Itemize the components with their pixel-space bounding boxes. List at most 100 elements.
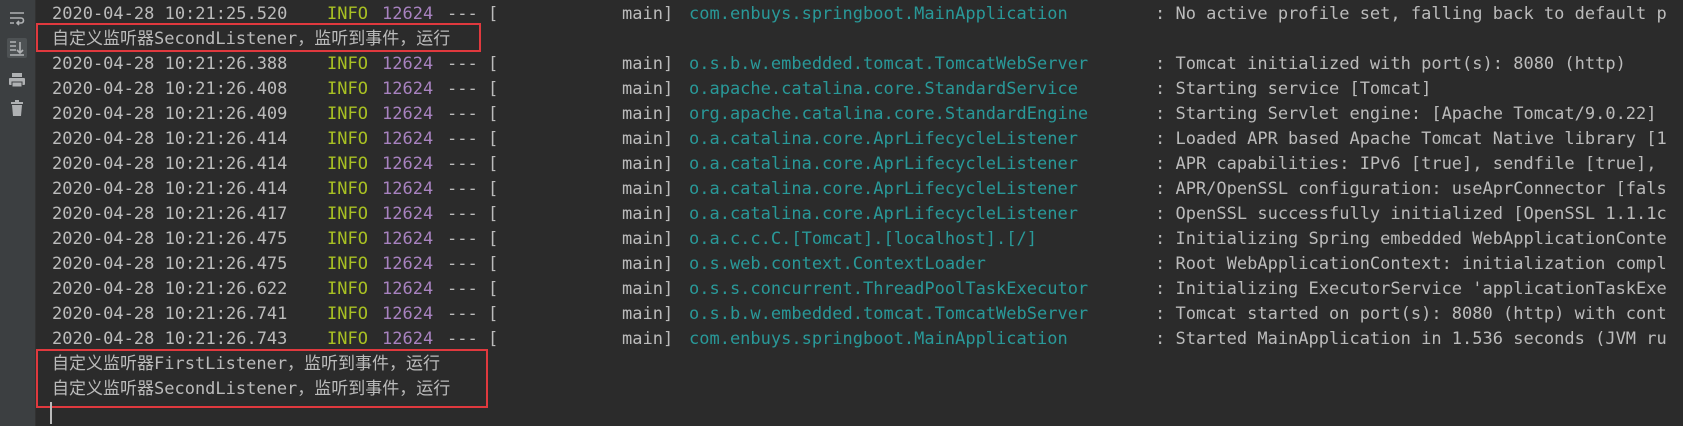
log-level: INFO bbox=[327, 54, 368, 74]
logger-name: com.enbuys.springboot.MainApplication bbox=[689, 4, 1068, 24]
process-id: 12624 bbox=[382, 154, 434, 174]
logger-name: o.a.catalina.core.AprLifecycleListener bbox=[689, 179, 1078, 199]
timestamp: 2020-04-28 10:21:26.409 bbox=[52, 104, 288, 124]
console-line-plain: 自定义监听器SecondListener，监听到事件，运行 bbox=[52, 27, 1683, 52]
log-message: : APR capabilities: IPv6 [true], sendfil… bbox=[1155, 154, 1657, 174]
log-message: : Starting service [Tomcat] bbox=[1155, 79, 1432, 99]
thread-name: main] bbox=[622, 54, 674, 74]
thread-name: main] bbox=[622, 179, 674, 199]
thread-name: main] bbox=[622, 229, 674, 249]
thread-name: main] bbox=[622, 204, 674, 224]
console-log-line: 2020-04-28 10:21:25.520 INFO 12624 --- [mai… bbox=[52, 2, 1683, 27]
log-level: INFO bbox=[327, 204, 368, 224]
log-message: : Starting Servlet engine: [Apache Tomca… bbox=[1155, 104, 1657, 124]
timestamp: 2020-04-28 10:21:26.408 bbox=[52, 79, 288, 99]
log-level: INFO bbox=[327, 154, 368, 174]
console-output[interactable]: 2020-04-28 10:21:25.520 INFO 12624 --- [ mai… bbox=[52, 2, 1683, 426]
separator: --- [ bbox=[447, 329, 499, 349]
console-log-line: 2020-04-28 10:21:26.741 INFO 12624 --- [mai… bbox=[52, 302, 1683, 327]
clear-all-icon[interactable] bbox=[7, 98, 27, 118]
timestamp: 2020-04-28 10:21:26.475 bbox=[52, 254, 288, 274]
thread-name: main] bbox=[622, 279, 674, 299]
console-log-line: 2020-04-28 10:21:26.475 INFO 12624 --- [ mai… bbox=[52, 252, 1683, 277]
timestamp: 2020-04-28 10:21:26.743 bbox=[52, 329, 288, 349]
logger-name: o.a.c.c.C.[Tomcat].[localhost].[/] bbox=[689, 229, 1037, 249]
separator: --- [ bbox=[447, 279, 499, 299]
log-level: INFO bbox=[327, 4, 368, 24]
timestamp: 2020-04-28 10:21:26.388 bbox=[52, 54, 288, 74]
logger-name: o.apache.catalina.core.StandardService bbox=[689, 79, 1078, 99]
timestamp: 2020-04-28 10:21:26.414 bbox=[52, 179, 288, 199]
log-message: : Initializing Spring embedded WebApplic… bbox=[1155, 229, 1667, 249]
process-id: 12624 bbox=[382, 329, 434, 349]
separator: --- [ bbox=[447, 129, 499, 149]
thread-name: main] bbox=[622, 129, 674, 149]
timestamp: 2020-04-28 10:21:26.741 bbox=[52, 304, 288, 324]
print-icon[interactable] bbox=[7, 70, 27, 90]
separator: --- [ bbox=[447, 229, 499, 249]
log-message: : Started MainApplication in 1.536 secon… bbox=[1155, 329, 1667, 349]
console-log-line: 2020-04-28 10:21:26.388 INFO 12624 --- [ mai… bbox=[52, 52, 1683, 77]
process-id: 12624 bbox=[382, 79, 434, 99]
text-cursor bbox=[50, 402, 52, 424]
logger-name: o.a.catalina.core.AprLifecycleListener bbox=[689, 129, 1078, 149]
log-level: INFO bbox=[327, 329, 368, 349]
timestamp: 2020-04-28 10:21:26.417 bbox=[52, 204, 288, 224]
console-log-line: 2020-04-28 10:21:26.743 INFO 12624 --- [ mai… bbox=[52, 327, 1683, 352]
scroll-to-end-icon[interactable] bbox=[7, 38, 27, 58]
process-id: 12624 bbox=[382, 229, 434, 249]
thread-name: main] bbox=[622, 254, 674, 274]
log-message: : No active profile set, falling back to… bbox=[1155, 4, 1667, 24]
log-message: : Loaded APR based Apache Tomcat Native … bbox=[1155, 129, 1667, 149]
thread-name: main] bbox=[622, 4, 674, 24]
separator: --- [ bbox=[447, 179, 499, 199]
console-log-line: 2020-04-28 10:21:26.622 INFO 12624 --- [mai… bbox=[52, 277, 1683, 302]
console-line-plain: 自定义监听器FirstListener，监听到事件，运行 bbox=[52, 352, 1683, 377]
logger-name: o.s.s.concurrent.ThreadPoolTaskExecutor bbox=[689, 279, 1089, 299]
thread-name: main] bbox=[622, 79, 674, 99]
timestamp: 2020-04-28 10:21:26.414 bbox=[52, 129, 288, 149]
separator: --- [ bbox=[447, 79, 499, 99]
log-level: INFO bbox=[327, 129, 368, 149]
process-id: 12624 bbox=[382, 279, 434, 299]
thread-name: main] bbox=[622, 104, 674, 124]
logger-name: com.enbuys.springboot.MainApplication bbox=[689, 329, 1068, 349]
console-log-line: 2020-04-28 10:21:26.408 INFO 12624 --- [ mai… bbox=[52, 77, 1683, 102]
process-id: 12624 bbox=[382, 254, 434, 274]
log-level: INFO bbox=[327, 254, 368, 274]
log-level: INFO bbox=[327, 79, 368, 99]
console-log-line: 2020-04-28 10:21:26.414 INFO 12624 --- [ mai… bbox=[52, 152, 1683, 177]
timestamp: 2020-04-28 10:21:26.414 bbox=[52, 154, 288, 174]
process-id: 12624 bbox=[382, 104, 434, 124]
console-log-line: 2020-04-28 10:21:26.417 INFO 12624 --- [ mai… bbox=[52, 202, 1683, 227]
separator: --- [ bbox=[447, 54, 499, 74]
separator: --- [ bbox=[447, 204, 499, 224]
process-id: 12624 bbox=[382, 54, 434, 74]
plain-text: 自定义监听器SecondListener，监听到事件，运行 bbox=[52, 29, 451, 49]
thread-name: main] bbox=[622, 154, 674, 174]
console-log-line: 2020-04-28 10:21:26.414 INFO 12624 --- [ mai… bbox=[52, 127, 1683, 152]
separator: --- [ bbox=[447, 4, 499, 24]
separator: --- [ bbox=[447, 104, 499, 124]
plain-text: 自定义监听器SecondListener，监听到事件，运行 bbox=[52, 379, 451, 399]
log-message: : Initializing ExecutorService 'applicat… bbox=[1155, 279, 1667, 299]
logger-name: o.s.b.w.embedded.tomcat.TomcatWebServer bbox=[689, 304, 1089, 324]
process-id: 12624 bbox=[382, 204, 434, 224]
log-level: INFO bbox=[327, 179, 368, 199]
soft-wrap-icon[interactable] bbox=[7, 8, 27, 28]
separator: --- [ bbox=[447, 304, 499, 324]
process-id: 12624 bbox=[382, 129, 434, 149]
thread-name: main] bbox=[622, 329, 674, 349]
console-log-line: 2020-04-28 10:21:26.475 INFO 12624 --- [mai… bbox=[52, 227, 1683, 252]
timestamp: 2020-04-28 10:21:26.622 bbox=[52, 279, 288, 299]
console-toolbar bbox=[0, 0, 36, 426]
log-message: : OpenSSL successfully initialized [Open… bbox=[1155, 204, 1667, 224]
timestamp: 2020-04-28 10:21:25.520 bbox=[52, 4, 288, 24]
separator: --- [ bbox=[447, 254, 499, 274]
separator: --- [ bbox=[447, 154, 499, 174]
logger-name: org.apache.catalina.core.StandardEngine bbox=[689, 104, 1089, 124]
logger-name: o.a.catalina.core.AprLifecycleListener bbox=[689, 154, 1078, 174]
log-message: : Tomcat initialized with port(s): 8080 … bbox=[1155, 54, 1626, 74]
thread-name: main] bbox=[622, 304, 674, 324]
console-log-line: 2020-04-28 10:21:26.414 INFO 12624 --- [mai… bbox=[52, 177, 1683, 202]
